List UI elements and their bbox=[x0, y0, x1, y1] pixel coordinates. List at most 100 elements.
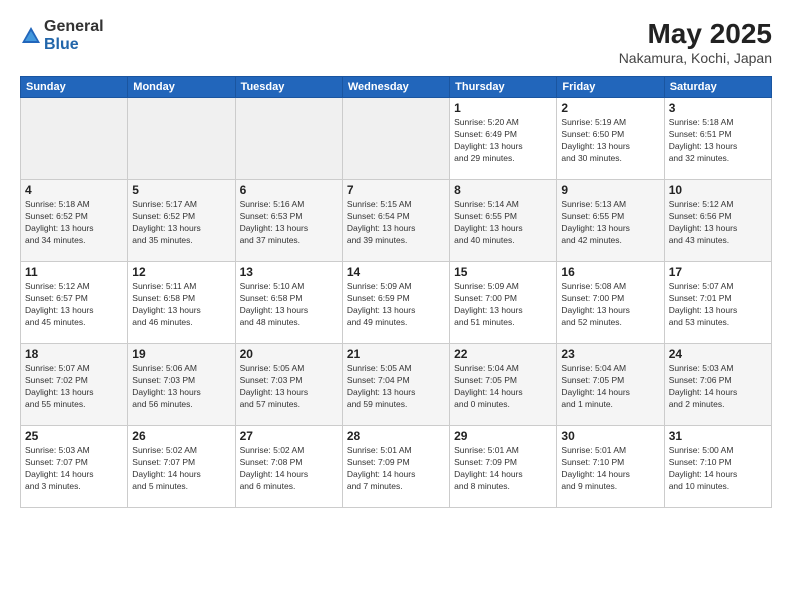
cell-info: Sunrise: 5:05 AM Sunset: 7:04 PM Dayligh… bbox=[347, 363, 445, 411]
cell-info: Sunrise: 5:03 AM Sunset: 7:06 PM Dayligh… bbox=[669, 363, 767, 411]
calendar-cell: 21 Sunrise: 5:05 AM Sunset: 7:04 PM Dayli… bbox=[342, 344, 449, 426]
cell-info: Sunrise: 5:07 AM Sunset: 7:01 PM Dayligh… bbox=[669, 281, 767, 329]
day-number: 8 bbox=[454, 183, 552, 197]
day-number: 25 bbox=[25, 429, 123, 443]
cell-info: Sunrise: 5:02 AM Sunset: 7:07 PM Dayligh… bbox=[132, 445, 230, 493]
cell-info: Sunrise: 5:19 AM Sunset: 6:50 PM Dayligh… bbox=[561, 117, 659, 165]
month-title: May 2025 bbox=[619, 18, 772, 50]
cell-info: Sunrise: 5:10 AM Sunset: 6:58 PM Dayligh… bbox=[240, 281, 338, 329]
calendar-cell: 22 Sunrise: 5:04 AM Sunset: 7:05 PM Dayli… bbox=[450, 344, 557, 426]
cell-info: Sunrise: 5:03 AM Sunset: 7:07 PM Dayligh… bbox=[25, 445, 123, 493]
weekday-wednesday: Wednesday bbox=[342, 77, 449, 98]
calendar: SundayMondayTuesdayWednesdayThursdayFrid… bbox=[20, 76, 772, 508]
cell-info: Sunrise: 5:14 AM Sunset: 6:55 PM Dayligh… bbox=[454, 199, 552, 247]
day-number: 20 bbox=[240, 347, 338, 361]
calendar-cell: 19 Sunrise: 5:06 AM Sunset: 7:03 PM Dayli… bbox=[128, 344, 235, 426]
calendar-cell: 24 Sunrise: 5:03 AM Sunset: 7:06 PM Dayli… bbox=[664, 344, 771, 426]
calendar-cell: 23Sunrise: 5:04 AM Sunset: 7:05 PM Dayli… bbox=[557, 344, 664, 426]
logo-text: General Blue bbox=[44, 18, 104, 54]
calendar-cell: 1 Sunrise: 5:20 AM Sunset: 6:49 PM Daylig… bbox=[450, 98, 557, 180]
cell-info: Sunrise: 5:12 AM Sunset: 6:56 PM Dayligh… bbox=[669, 199, 767, 247]
calendar-cell: 14 Sunrise: 5:09 AM Sunset: 6:59 PM Dayli… bbox=[342, 262, 449, 344]
calendar-cell: 6 Sunrise: 5:16 AM Sunset: 6:53 PM Daylig… bbox=[235, 180, 342, 262]
calendar-body: 1 Sunrise: 5:20 AM Sunset: 6:49 PM Daylig… bbox=[21, 98, 772, 508]
day-number: 24 bbox=[669, 347, 767, 361]
calendar-cell: 8 Sunrise: 5:14 AM Sunset: 6:55 PM Daylig… bbox=[450, 180, 557, 262]
day-number: 19 bbox=[132, 347, 230, 361]
day-number: 5 bbox=[132, 183, 230, 197]
day-number: 13 bbox=[240, 265, 338, 279]
cell-info: Sunrise: 5:01 AM Sunset: 7:09 PM Dayligh… bbox=[454, 445, 552, 493]
calendar-cell: 5Sunrise: 5:17 AM Sunset: 6:52 PM Daylig… bbox=[128, 180, 235, 262]
day-number: 16 bbox=[561, 265, 659, 279]
cell-info: Sunrise: 5:12 AM Sunset: 6:57 PM Dayligh… bbox=[25, 281, 123, 329]
day-number: 26 bbox=[132, 429, 230, 443]
day-number: 3 bbox=[669, 101, 767, 115]
weekday-row: SundayMondayTuesdayWednesdayThursdayFrid… bbox=[21, 77, 772, 98]
calendar-cell: 29 Sunrise: 5:01 AM Sunset: 7:09 PM Dayli… bbox=[450, 426, 557, 508]
weekday-sunday: Sunday bbox=[21, 77, 128, 98]
day-number: 10 bbox=[669, 183, 767, 197]
page: General Blue May 2025 Nakamura, Kochi, J… bbox=[0, 0, 792, 612]
calendar-cell: 2 Sunrise: 5:19 AM Sunset: 6:50 PM Daylig… bbox=[557, 98, 664, 180]
weekday-friday: Friday bbox=[557, 77, 664, 98]
day-number: 6 bbox=[240, 183, 338, 197]
calendar-cell: 31Sunrise: 5:00 AM Sunset: 7:10 PM Dayli… bbox=[664, 426, 771, 508]
cell-info: Sunrise: 5:16 AM Sunset: 6:53 PM Dayligh… bbox=[240, 199, 338, 247]
day-number: 2 bbox=[561, 101, 659, 115]
calendar-cell: 9 Sunrise: 5:13 AM Sunset: 6:55 PM Daylig… bbox=[557, 180, 664, 262]
cell-info: Sunrise: 5:01 AM Sunset: 7:09 PM Dayligh… bbox=[347, 445, 445, 493]
day-number: 22 bbox=[454, 347, 552, 361]
day-number: 23 bbox=[561, 347, 659, 361]
day-number: 29 bbox=[454, 429, 552, 443]
logo-general: General bbox=[44, 18, 104, 36]
day-number: 30 bbox=[561, 429, 659, 443]
day-number: 7 bbox=[347, 183, 445, 197]
calendar-cell: 26 Sunrise: 5:02 AM Sunset: 7:07 PM Dayli… bbox=[128, 426, 235, 508]
calendar-cell: 10 Sunrise: 5:12 AM Sunset: 6:56 PM Dayli… bbox=[664, 180, 771, 262]
calendar-cell: 16 Sunrise: 5:08 AM Sunset: 7:00 PM Dayli… bbox=[557, 262, 664, 344]
title-block: May 2025 Nakamura, Kochi, Japan bbox=[619, 18, 772, 66]
day-number: 21 bbox=[347, 347, 445, 361]
calendar-cell: 27 Sunrise: 5:02 AM Sunset: 7:08 PM Dayli… bbox=[235, 426, 342, 508]
cell-info: Sunrise: 5:07 AM Sunset: 7:02 PM Dayligh… bbox=[25, 363, 123, 411]
cell-info: Sunrise: 5:08 AM Sunset: 7:00 PM Dayligh… bbox=[561, 281, 659, 329]
calendar-cell: 17Sunrise: 5:07 AM Sunset: 7:01 PM Dayli… bbox=[664, 262, 771, 344]
cell-info: Sunrise: 5:11 AM Sunset: 6:58 PM Dayligh… bbox=[132, 281, 230, 329]
cell-info: Sunrise: 5:13 AM Sunset: 6:55 PM Dayligh… bbox=[561, 199, 659, 247]
week-row-4: 25 Sunrise: 5:03 AM Sunset: 7:07 PM Dayli… bbox=[21, 426, 772, 508]
calendar-cell bbox=[128, 98, 235, 180]
cell-info: Sunrise: 5:09 AM Sunset: 7:00 PM Dayligh… bbox=[454, 281, 552, 329]
week-row-3: 18Sunrise: 5:07 AM Sunset: 7:02 PM Dayli… bbox=[21, 344, 772, 426]
weekday-thursday: Thursday bbox=[450, 77, 557, 98]
cell-info: Sunrise: 5:02 AM Sunset: 7:08 PM Dayligh… bbox=[240, 445, 338, 493]
calendar-cell: 11 Sunrise: 5:12 AM Sunset: 6:57 PM Dayli… bbox=[21, 262, 128, 344]
logo-blue: Blue bbox=[44, 36, 104, 54]
day-number: 27 bbox=[240, 429, 338, 443]
cell-info: Sunrise: 5:18 AM Sunset: 6:51 PM Dayligh… bbox=[669, 117, 767, 165]
calendar-cell bbox=[342, 98, 449, 180]
cell-info: Sunrise: 5:18 AM Sunset: 6:52 PM Dayligh… bbox=[25, 199, 123, 247]
day-number: 12 bbox=[132, 265, 230, 279]
calendar-cell: 30 Sunrise: 5:01 AM Sunset: 7:10 PM Dayli… bbox=[557, 426, 664, 508]
calendar-cell: 15Sunrise: 5:09 AM Sunset: 7:00 PM Dayli… bbox=[450, 262, 557, 344]
cell-info: Sunrise: 5:09 AM Sunset: 6:59 PM Dayligh… bbox=[347, 281, 445, 329]
week-row-2: 11 Sunrise: 5:12 AM Sunset: 6:57 PM Dayli… bbox=[21, 262, 772, 344]
weekday-monday: Monday bbox=[128, 77, 235, 98]
weekday-tuesday: Tuesday bbox=[235, 77, 342, 98]
cell-info: Sunrise: 5:06 AM Sunset: 7:03 PM Dayligh… bbox=[132, 363, 230, 411]
calendar-cell: 20Sunrise: 5:05 AM Sunset: 7:03 PM Dayli… bbox=[235, 344, 342, 426]
calendar-cell: 13 Sunrise: 5:10 AM Sunset: 6:58 PM Dayli… bbox=[235, 262, 342, 344]
cell-info: Sunrise: 5:20 AM Sunset: 6:49 PM Dayligh… bbox=[454, 117, 552, 165]
cell-info: Sunrise: 5:15 AM Sunset: 6:54 PM Dayligh… bbox=[347, 199, 445, 247]
calendar-cell: 4Sunrise: 5:18 AM Sunset: 6:52 PM Daylig… bbox=[21, 180, 128, 262]
day-number: 11 bbox=[25, 265, 123, 279]
calendar-cell: 12 Sunrise: 5:11 AM Sunset: 6:58 PM Dayli… bbox=[128, 262, 235, 344]
week-row-1: 4Sunrise: 5:18 AM Sunset: 6:52 PM Daylig… bbox=[21, 180, 772, 262]
cell-info: Sunrise: 5:04 AM Sunset: 7:05 PM Dayligh… bbox=[454, 363, 552, 411]
day-number: 14 bbox=[347, 265, 445, 279]
day-number: 9 bbox=[561, 183, 659, 197]
weekday-saturday: Saturday bbox=[664, 77, 771, 98]
cell-info: Sunrise: 5:01 AM Sunset: 7:10 PM Dayligh… bbox=[561, 445, 659, 493]
day-number: 1 bbox=[454, 101, 552, 115]
